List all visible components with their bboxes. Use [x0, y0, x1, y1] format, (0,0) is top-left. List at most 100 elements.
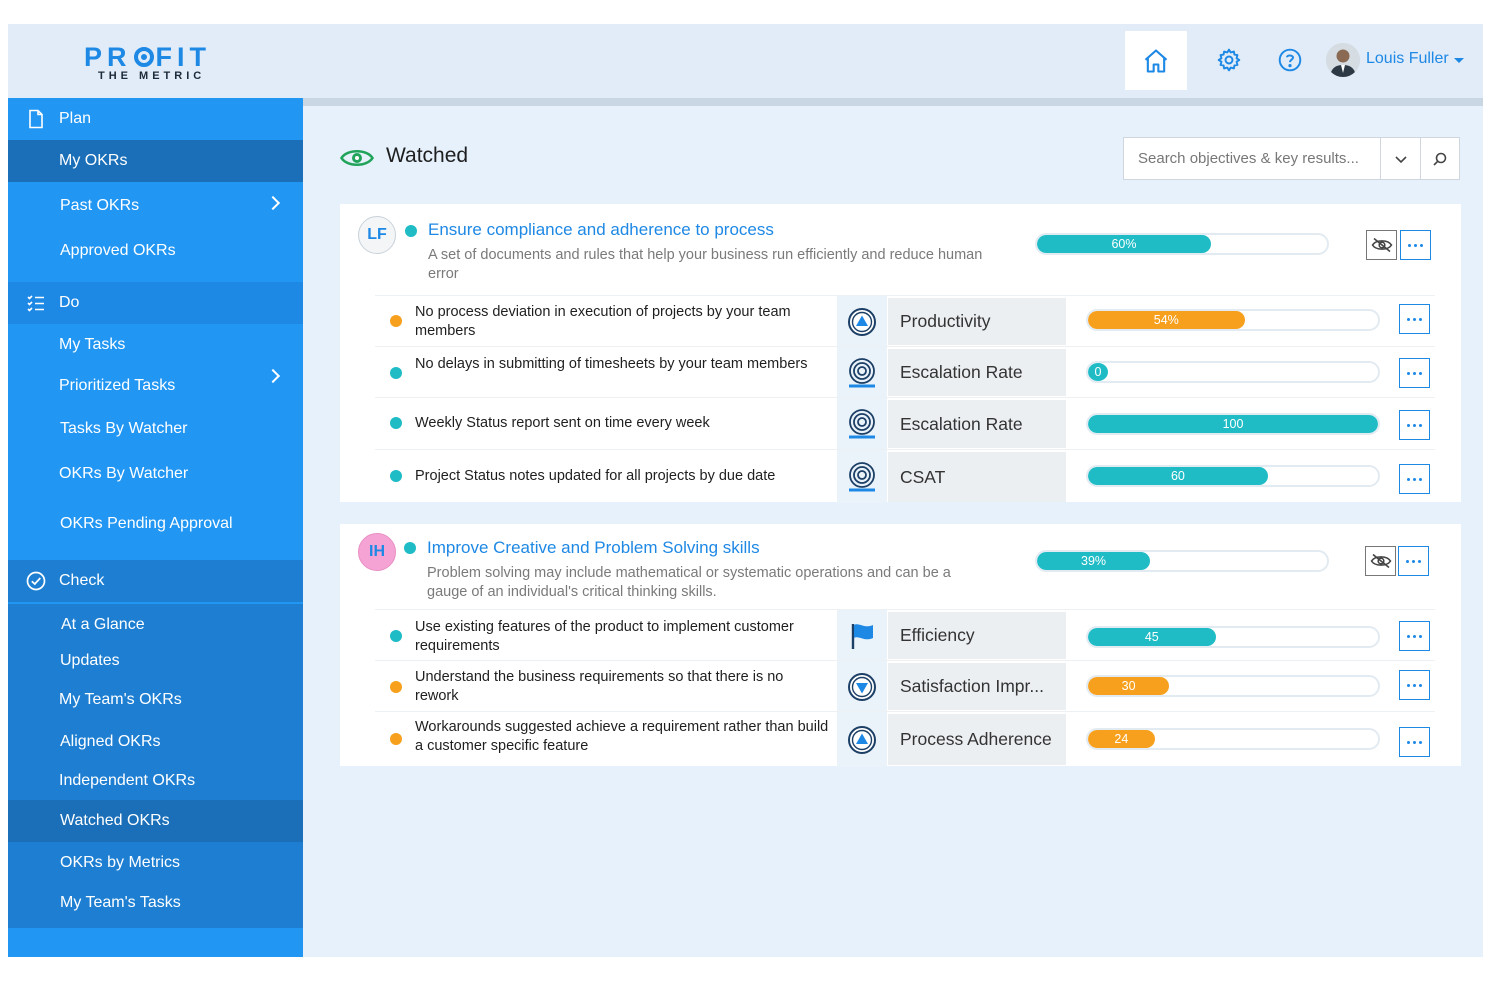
user-name[interactable]: Louis Fuller — [1366, 50, 1449, 68]
sidebar-item-label: My Team's OKRs — [59, 691, 182, 708]
sidebar-item-aligned-okrs[interactable]: Aligned OKRs — [8, 721, 303, 763]
more-options-button[interactable] — [1399, 358, 1430, 388]
sidebar-item-my-teams-okrs[interactable]: My Team's OKRs — [8, 679, 303, 721]
status-dot — [390, 681, 402, 693]
key-result-row[interactable]: No delays in submitting of timesheets by… — [375, 346, 1435, 398]
metric-icon-cell — [837, 661, 887, 712]
target-icon — [849, 409, 875, 439]
unwatch-button[interactable] — [1365, 546, 1396, 576]
unwatch-button[interactable] — [1366, 230, 1397, 260]
status-dot — [405, 225, 417, 237]
help-button[interactable] — [1276, 46, 1304, 74]
progress-label: 24 — [1114, 732, 1129, 746]
key-result-row[interactable]: No process deviation in execution of pro… — [375, 295, 1435, 347]
key-result-row[interactable]: Understand the business requirements so … — [375, 660, 1435, 712]
target-icon — [849, 461, 875, 491]
more-options-button[interactable] — [1398, 546, 1429, 576]
triangle-up-icon — [848, 307, 876, 336]
key-result-row[interactable]: Workarounds suggested achieve a requirem… — [375, 711, 1435, 767]
user-menu-caret-icon[interactable] — [1454, 58, 1464, 63]
progress-fill: 30 — [1088, 677, 1170, 695]
key-result-row[interactable]: Weekly Status report sent on time every … — [375, 397, 1435, 450]
search-filter-dropdown[interactable] — [1380, 138, 1420, 179]
search-button[interactable] — [1420, 138, 1459, 179]
sidebar-section-label: Check — [59, 572, 105, 589]
sidebar-section-check[interactable]: Check — [8, 560, 303, 602]
logo-tagline: THE METRIC — [98, 70, 206, 82]
key-result-progress-bar: 100 — [1086, 413, 1380, 435]
key-result-row[interactable]: Use existing features of the product to … — [375, 609, 1435, 661]
triangle-up-icon — [848, 725, 876, 754]
status-dot — [390, 630, 402, 642]
objective-description: Problem solving may include mathematical… — [427, 565, 951, 600]
sidebar-item-label: Approved OKRs — [60, 242, 176, 259]
sidebar-item-independent-okrs[interactable]: Independent OKRs — [8, 760, 303, 802]
logo[interactable]: PR FIT THE METRIC — [84, 42, 224, 82]
settings-button[interactable] — [1215, 46, 1243, 74]
more-options-button[interactable] — [1399, 670, 1430, 700]
status-dot — [390, 315, 402, 327]
home-button[interactable] — [1125, 31, 1187, 90]
key-result-text: Use existing features of the product to … — [415, 619, 794, 654]
sidebar-item-label: My OKRs — [59, 152, 128, 169]
more-options-button[interactable] — [1399, 727, 1430, 757]
sidebar-item-my-okrs[interactable]: My OKRs — [8, 140, 303, 182]
avatar-portrait-icon — [1326, 43, 1360, 77]
progress-fill: 100 — [1088, 415, 1378, 433]
sidebar-item-tasks-by-watcher[interactable]: Tasks By Watcher — [8, 408, 303, 450]
user-avatar[interactable] — [1326, 43, 1360, 77]
more-dots-icon — [1406, 559, 1421, 563]
sidebar-item-updates[interactable]: Updates — [8, 640, 303, 682]
search-input[interactable] — [1124, 138, 1380, 179]
gear-icon — [1217, 48, 1241, 72]
more-options-button[interactable] — [1400, 230, 1431, 260]
sidebar-item-prioritized-tasks[interactable]: Prioritized Tasks — [8, 365, 303, 407]
more-dots-icon — [1407, 477, 1422, 481]
objective-progress-bar: 60% — [1035, 233, 1329, 255]
sidebar: Plan My OKRs Past OKRs Approved OKRs Do … — [8, 98, 303, 957]
home-icon — [1144, 48, 1168, 73]
sidebar-section-label: Do — [59, 294, 80, 311]
sidebar-item-my-teams-tasks[interactable]: My Team's Tasks — [8, 882, 303, 924]
sidebar-item-watched-okrs[interactable]: Watched OKRs — [8, 800, 303, 842]
progress-fill: 60 — [1088, 467, 1268, 485]
sidebar-section-plan[interactable]: Plan — [8, 98, 303, 140]
progress-label: 39% — [1081, 554, 1107, 568]
progress-fill: 54% — [1088, 311, 1245, 329]
metric-name: Process Adherence — [888, 714, 1066, 765]
key-result-progress-bar: 60 — [1086, 465, 1380, 487]
objective-description: A set of documents and rules that help y… — [428, 247, 983, 282]
sidebar-item-okrs-pending-approval[interactable]: OKRs Pending Approval — [8, 503, 303, 545]
more-options-button[interactable] — [1399, 464, 1430, 494]
more-options-button[interactable] — [1399, 410, 1430, 440]
more-options-button[interactable] — [1399, 304, 1430, 334]
sidebar-item-past-okrs[interactable]: Past OKRs — [8, 185, 303, 227]
progress-label: 60% — [1111, 237, 1137, 251]
objective-card: LF Ensure compliance and adherence to pr… — [340, 204, 1461, 503]
status-dot — [404, 542, 416, 554]
sidebar-item-label: My Tasks — [59, 336, 126, 353]
sidebar-item-label: Updates — [60, 652, 120, 669]
sidebar-item-label: Past OKRs — [60, 197, 140, 214]
more-dots-icon — [1407, 634, 1422, 638]
more-options-button[interactable] — [1399, 621, 1430, 651]
sidebar-item-my-tasks[interactable]: My Tasks — [8, 324, 303, 366]
objective-title[interactable]: Ensure compliance and adherence to proce… — [428, 220, 774, 240]
key-result-row[interactable]: Project Status notes updated for all pro… — [375, 449, 1435, 503]
objective-title[interactable]: Improve Creative and Problem Solving ski… — [427, 538, 760, 558]
more-dots-icon — [1407, 371, 1422, 375]
sidebar-item-okrs-by-watcher[interactable]: OKRs By Watcher — [8, 453, 303, 495]
sidebar-item-label: My Team's Tasks — [60, 894, 181, 911]
key-result-progress-bar: 54% — [1086, 309, 1380, 331]
sidebar-item-okrs-by-metrics[interactable]: OKRs by Metrics — [8, 842, 303, 884]
owner-avatar[interactable]: IH — [358, 533, 396, 571]
key-result-text: Weekly Status report sent on time every … — [415, 415, 710, 431]
metric-icon-cell — [837, 712, 887, 767]
metric-name: Satisfaction Impr... — [888, 663, 1066, 710]
sidebar-section-do[interactable]: Do — [8, 282, 303, 324]
sidebar-item-approved-okrs[interactable]: Approved OKRs — [8, 230, 303, 272]
eye-slash-icon — [1371, 237, 1392, 253]
key-result-text: No delays in submitting of timesheets by… — [415, 356, 808, 372]
owner-avatar[interactable]: LF — [358, 216, 396, 254]
status-dot — [390, 417, 402, 429]
